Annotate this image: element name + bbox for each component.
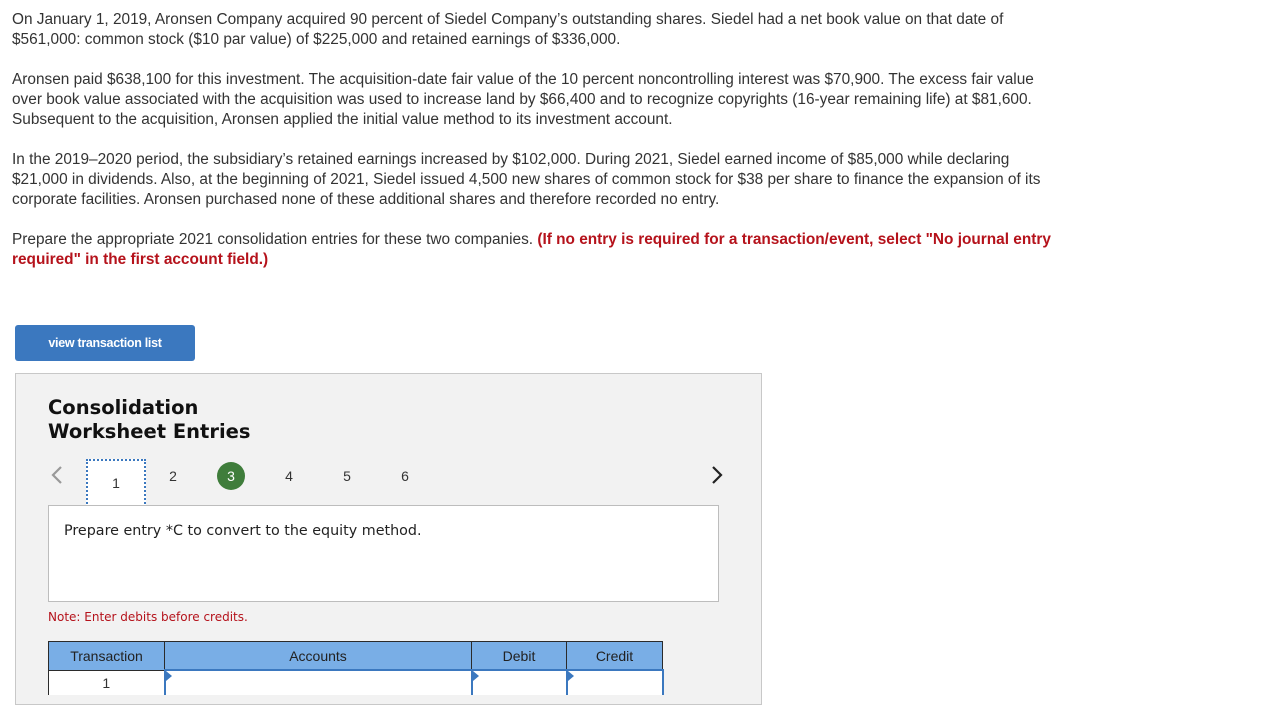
consolidation-worksheet-panel: Consolidation Worksheet Entries 1 2 3 4 … [15,373,762,705]
chevron-left-icon [51,466,62,484]
header-accounts: Accounts [164,641,472,671]
panel-title-line-2: Worksheet Entries [48,420,251,443]
panel-title-line-1: Consolidation [48,396,199,419]
debits-note: Note: Enter debits before credits. [48,610,248,624]
instruction-text: Prepare the appropriate 2021 consolidati… [12,231,534,248]
next-entry-button[interactable] [710,464,726,488]
entry-prompt-box: Prepare entry *C to convert to the equit… [48,505,719,602]
page-tab-label: 4 [285,468,293,484]
page-tab-label: 6 [401,468,409,484]
page-tab-4[interactable]: 4 [260,459,318,493]
header-debit: Debit [471,641,567,671]
header-transaction: Transaction [48,641,165,671]
transaction-number-cell: 1 [48,670,165,695]
input-flag-icon [472,671,479,681]
page-tab-label: 1 [112,475,120,491]
instruction-paragraph: Prepare the appropriate 2021 consolidati… [12,230,1062,270]
page-tab-6[interactable]: 6 [376,459,434,493]
header-credit: Credit [566,641,663,671]
problem-statement: On January 1, 2019, Aronsen Company acqu… [12,10,1062,290]
completed-badge: 3 [217,462,245,490]
chevron-right-icon [712,466,723,484]
dropdown-flag-icon [165,671,172,681]
page-tab-1[interactable]: 1 [86,459,146,507]
page-tab-5[interactable]: 5 [318,459,376,493]
credit-input-cell[interactable] [565,669,664,695]
problem-paragraph-2: Aronsen paid $638,100 for this investmen… [12,71,1034,128]
prev-entry-button[interactable] [50,464,66,488]
transaction-number: 1 [102,674,111,691]
table-row: 1 [48,669,664,695]
problem-paragraph-3: In the 2019–2020 period, the subsidiary’… [12,151,1041,208]
view-transaction-list-button[interactable]: view transaction list [15,325,195,361]
page-tab-label: 5 [343,468,351,484]
problem-paragraph-1: On January 1, 2019, Aronsen Company acqu… [12,11,1004,48]
page-tab-3[interactable]: 3 [202,459,260,493]
page-tab-2[interactable]: 2 [144,459,202,493]
panel-title: Consolidation Worksheet Entries [48,396,251,444]
journal-entry-table: Transaction Accounts Debit Credit 1 [48,641,664,695]
account-select-cell[interactable] [163,669,473,695]
page-tab-label: 2 [169,468,177,484]
table-header-row: Transaction Accounts Debit Credit [48,641,663,671]
input-flag-icon [567,671,574,681]
entry-prompt-text: Prepare entry *C to convert to the equit… [64,523,422,539]
debit-input-cell[interactable] [470,669,568,695]
